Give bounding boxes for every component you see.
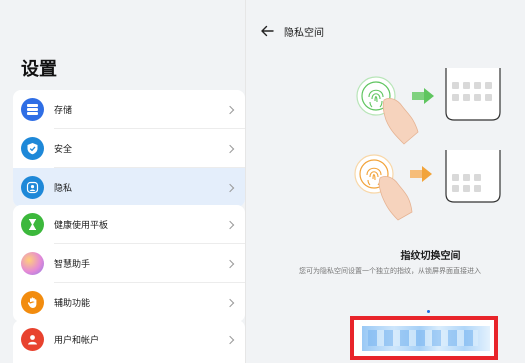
pager-dot <box>427 310 430 313</box>
feature-title: 指纹切换空间 <box>400 251 461 262</box>
assistant-icon <box>21 252 44 275</box>
phone-bottom-icon <box>445 150 501 203</box>
settings-group-1: 存储 安全 隐私 <box>13 90 245 207</box>
back-arrow-icon[interactable] <box>260 24 274 38</box>
chevron-right-icon <box>225 144 235 153</box>
green-arrow-icon <box>412 88 434 104</box>
hand-bottom-icon <box>378 176 413 221</box>
user-icon <box>21 328 44 351</box>
fingerprint-switch-illustration <box>354 68 501 221</box>
sidebar-item-label: 健康使用平板 <box>54 221 109 231</box>
sidebar-item-label: 隐私 <box>54 184 73 194</box>
orange-arrow-icon <box>410 166 432 182</box>
sidebar-item-storage[interactable]: 存储 <box>13 90 245 129</box>
settings-group-3: 用户和帐户 <box>13 320 245 363</box>
chevron-right-icon <box>225 220 235 229</box>
phone-top-icon <box>445 68 501 121</box>
sidebar-item-privacy[interactable]: 隐私 <box>13 168 245 207</box>
redacted-button-area[interactable] <box>350 316 498 360</box>
sidebar-item-accessibility[interactable]: 辅助功能 <box>13 283 245 322</box>
sidebar-item-assistant[interactable]: 智慧助手 <box>13 244 245 283</box>
chevron-right-icon <box>225 298 235 307</box>
hand-top-icon <box>382 98 419 145</box>
chevron-right-icon <box>225 105 235 114</box>
hourglass-icon <box>21 213 44 236</box>
privacy-lock-icon <box>21 176 44 199</box>
settings-group-2: 健康使用平板 智慧助手 辅助功能 <box>13 205 245 322</box>
feature-description: 您可为隐私空间设置一个独立的指纹，从锁屏界面直接进入 <box>299 267 481 275</box>
sidebar-item-label: 存储 <box>54 106 73 116</box>
sidebar-item-users-accounts[interactable]: 用户和帐户 <box>13 320 245 359</box>
settings-pane: 设置 存储 安全 隐私 健康使用平板 智慧助手 辅助功能 用户和帐户 <box>0 0 245 363</box>
hand-icon <box>21 291 44 314</box>
page-title: 隐私空间 <box>284 28 324 39</box>
chevron-right-icon <box>225 335 235 344</box>
chevron-right-icon <box>225 259 235 268</box>
blurred-content <box>368 330 478 346</box>
detail-pane: 隐私空间 指纹切换空间 您可为隐私空间设置一个独立的指纹，从锁屏界面直接进入 <box>246 0 525 363</box>
sidebar-item-label: 用户和帐户 <box>54 336 100 346</box>
storage-icon <box>21 98 44 121</box>
sidebar-item-label: 安全 <box>54 145 73 155</box>
shield-check-icon <box>21 137 44 160</box>
sidebar-item-security[interactable]: 安全 <box>13 129 245 168</box>
sidebar-item-label: 辅助功能 <box>54 299 91 309</box>
chevron-right-icon <box>225 183 235 192</box>
sidebar-item-digital-balance[interactable]: 健康使用平板 <box>13 205 245 244</box>
settings-title: 设置 <box>21 59 57 80</box>
sidebar-item-label: 智慧助手 <box>54 260 91 270</box>
